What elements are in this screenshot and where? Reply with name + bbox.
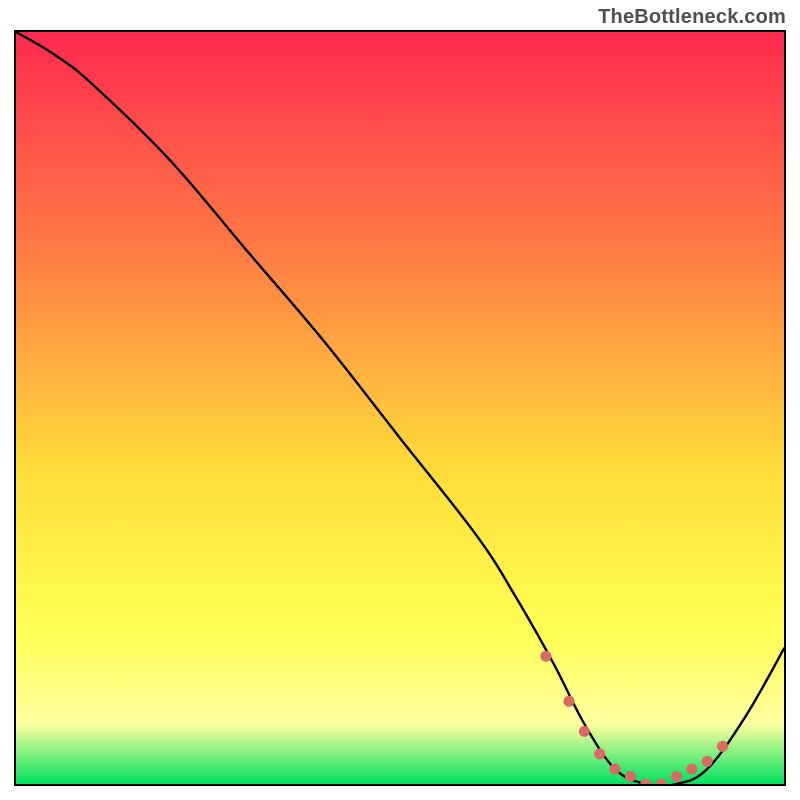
marker-dot bbox=[564, 696, 575, 707]
marker-dot bbox=[671, 771, 682, 782]
bg-gradient bbox=[16, 32, 784, 784]
attribution-text: TheBottleneck.com bbox=[598, 6, 786, 29]
marker-dot bbox=[540, 651, 551, 662]
marker-dot bbox=[702, 756, 713, 767]
marker-dot bbox=[625, 771, 636, 782]
marker-dot bbox=[594, 748, 605, 759]
marker-dot bbox=[686, 764, 697, 775]
marker-dot bbox=[717, 741, 728, 752]
chart-stage: TheBottleneck.com bbox=[0, 0, 800, 800]
plot-svg bbox=[16, 32, 784, 784]
marker-dot bbox=[579, 726, 590, 737]
marker-dot bbox=[610, 764, 621, 775]
plot-box bbox=[14, 30, 786, 786]
